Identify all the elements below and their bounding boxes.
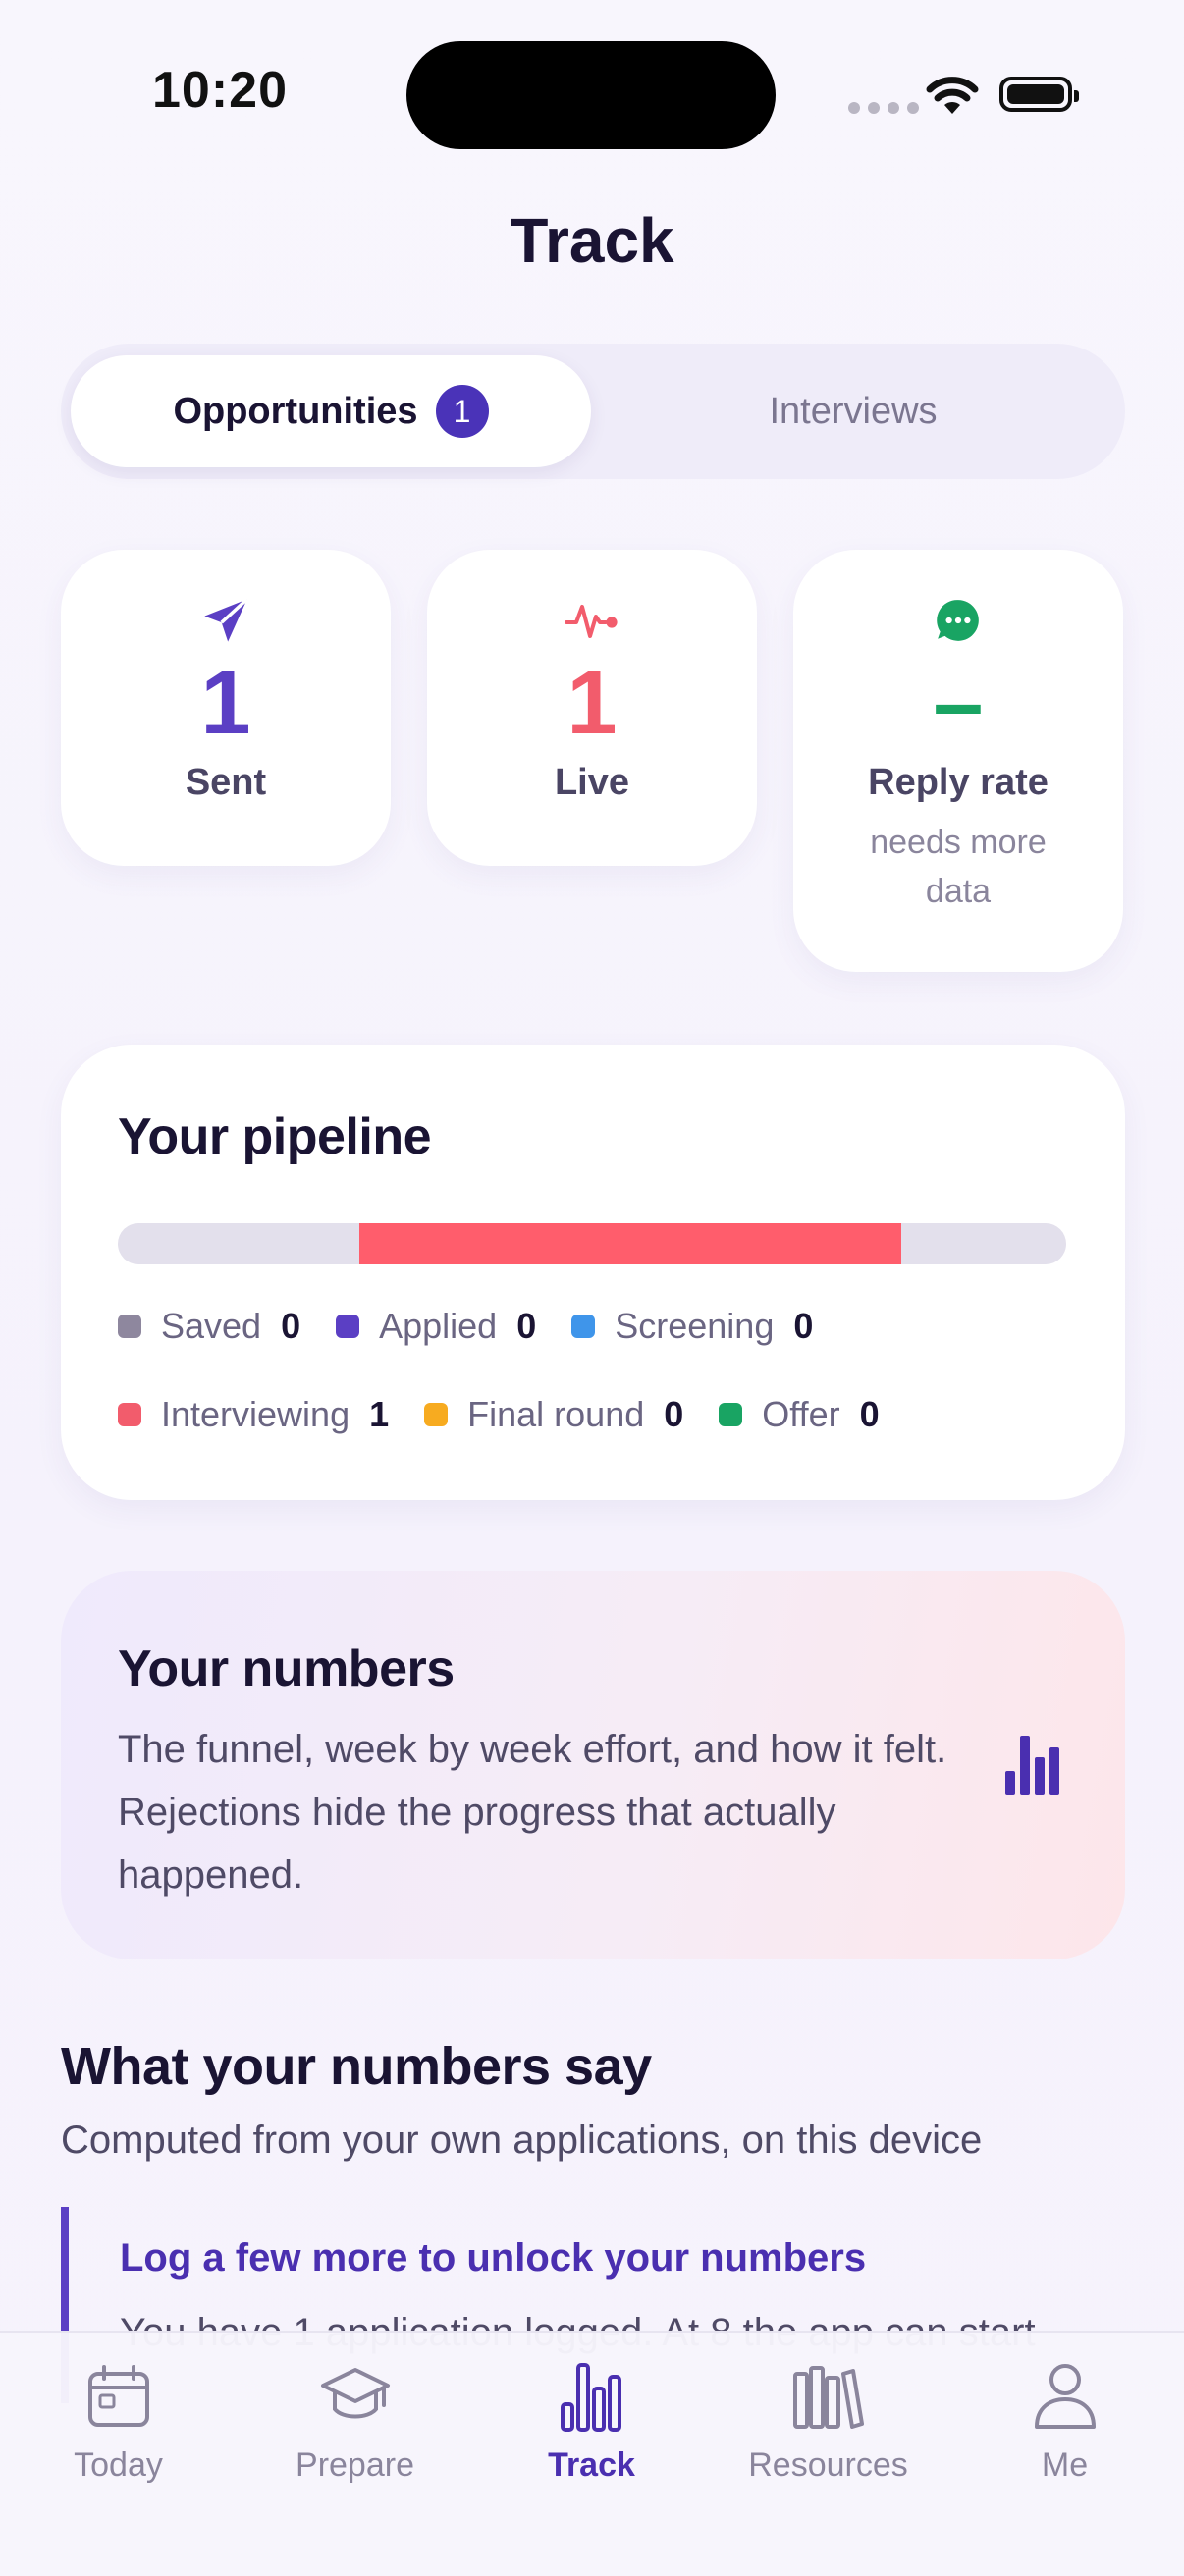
legend-count: 0 bbox=[859, 1394, 880, 1434]
tab-today[interactable]: Today bbox=[0, 2333, 237, 2509]
pipeline-bar-segment-interviewing bbox=[359, 1223, 901, 1264]
section-title: What your numbers say bbox=[61, 2037, 652, 2096]
legend-label: Interviewing bbox=[161, 1394, 350, 1434]
graduation-cap-icon bbox=[320, 2368, 390, 2419]
legend-item-offer: Offer 0 bbox=[719, 1394, 880, 1435]
pipeline-card[interactable]: Your pipeline Saved 0 Applied 0 Screenin… bbox=[61, 1045, 1125, 1500]
stat-card-reply-rate: – Reply rate needs more data bbox=[793, 550, 1123, 972]
pipeline-title: Your pipeline bbox=[118, 1108, 432, 1165]
legend-swatch bbox=[424, 1403, 449, 1426]
paper-plane-icon bbox=[204, 598, 248, 642]
legend-item-screening: Screening 0 bbox=[571, 1306, 813, 1347]
bar-chart-icon bbox=[1005, 1736, 1059, 1795]
stat-subtext: needs more data bbox=[870, 824, 1047, 910]
tab-label: Prepare bbox=[296, 2446, 414, 2484]
legend-count: 0 bbox=[281, 1306, 301, 1346]
your-numbers-card[interactable]: Your numbers The funnel, week by week ef… bbox=[61, 1571, 1125, 1959]
page-title: Track bbox=[510, 205, 674, 276]
stat-value: 1 bbox=[566, 653, 618, 753]
tab-me[interactable]: Me bbox=[946, 2333, 1183, 2509]
tab-track[interactable]: Track bbox=[473, 2333, 710, 2509]
legend-swatch bbox=[719, 1403, 743, 1426]
person-icon bbox=[1034, 2364, 1096, 2429]
stat-label: Reply rate bbox=[868, 762, 1049, 803]
wifi-icon bbox=[926, 77, 979, 114]
opportunities-count-badge: 1 bbox=[435, 385, 489, 438]
legend-count: 0 bbox=[516, 1306, 537, 1346]
stat-value: – bbox=[933, 653, 984, 753]
signal-dots-icon bbox=[848, 102, 919, 114]
tab-label: Me bbox=[1041, 2446, 1089, 2484]
legend-label: Final round bbox=[467, 1394, 645, 1434]
pipeline-legend-row-1: Saved 0 Applied 0 Screening 0 bbox=[118, 1306, 848, 1347]
stat-card-sent: 1 Sent bbox=[61, 550, 391, 866]
legend-swatch bbox=[571, 1315, 596, 1338]
numbers-description: The funnel, week by week effort, and how… bbox=[118, 1728, 947, 1897]
legend-count: 1 bbox=[369, 1394, 390, 1434]
tab-interviews[interactable]: Interviews bbox=[593, 355, 1113, 467]
tab-label: Track bbox=[548, 2446, 635, 2484]
tab-opportunities-label: Opportunities bbox=[173, 390, 418, 432]
legend-swatch bbox=[336, 1315, 360, 1338]
stat-label: Live bbox=[554, 762, 630, 803]
legend-count: 0 bbox=[793, 1306, 814, 1346]
pipeline-legend-row-2: Interviewing 1 Final round 0 Offer 0 bbox=[118, 1394, 915, 1435]
legend-count: 0 bbox=[664, 1394, 684, 1434]
chat-bubble-icon bbox=[937, 600, 979, 641]
battery-icon bbox=[999, 77, 1079, 112]
legend-label: Saved bbox=[161, 1306, 262, 1346]
status-time: 10:20 bbox=[152, 62, 288, 119]
legend-item-final-round: Final round 0 bbox=[424, 1394, 683, 1435]
books-icon bbox=[792, 2366, 864, 2429]
legend-item-interviewing: Interviewing 1 bbox=[118, 1394, 389, 1435]
calendar-icon bbox=[87, 2365, 149, 2427]
section-subtitle: Computed from your own applications, on … bbox=[61, 2119, 983, 2162]
legend-label: Applied bbox=[379, 1306, 498, 1346]
legend-label: Offer bbox=[762, 1394, 840, 1434]
tab-opportunities[interactable]: Opportunities 1 bbox=[71, 355, 591, 467]
legend-swatch bbox=[118, 1315, 141, 1338]
callout-title: Log a few more to unlock your numbers bbox=[120, 2236, 867, 2280]
legend-label: Screening bbox=[615, 1306, 775, 1346]
tab-resources[interactable]: Resources bbox=[710, 2333, 946, 2509]
pipeline-bar bbox=[118, 1223, 1066, 1264]
dynamic-island bbox=[406, 41, 776, 149]
tab-label: Today bbox=[74, 2446, 163, 2484]
pulse-icon bbox=[565, 605, 618, 638]
stat-value: 1 bbox=[200, 653, 251, 753]
legend-item-saved: Saved 0 bbox=[118, 1306, 300, 1347]
tab-prepare[interactable]: Prepare bbox=[237, 2333, 473, 2509]
numbers-title: Your numbers bbox=[118, 1640, 455, 1697]
stat-card-live: 1 Live bbox=[427, 550, 757, 866]
tab-bar: Today Prepare Track Resources Me bbox=[0, 2331, 1184, 2576]
tab-label: Resources bbox=[748, 2446, 908, 2484]
legend-item-applied: Applied 0 bbox=[336, 1306, 536, 1347]
bar-chart-icon bbox=[560, 2363, 621, 2432]
stat-label: Sent bbox=[185, 762, 267, 803]
legend-swatch bbox=[118, 1403, 141, 1426]
